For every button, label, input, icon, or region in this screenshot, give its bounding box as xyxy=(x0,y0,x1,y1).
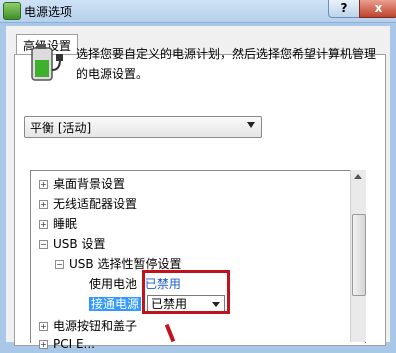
tree-item-label: USB 选择性暂停设置 xyxy=(69,257,182,271)
scroll-thumb[interactable] xyxy=(352,214,366,296)
tree-item-desktop-bg[interactable]: + 桌面背景设置 xyxy=(39,175,125,193)
tree-item-usb[interactable]: − USB 设置 xyxy=(39,235,105,253)
help-button[interactable]: ? xyxy=(328,0,360,18)
setting-label-plugged-in: 接通电源 xyxy=(89,297,142,311)
chevron-down-icon xyxy=(247,122,255,128)
expand-icon[interactable]: + xyxy=(39,220,48,229)
tree-item-label: 无线适配器设置 xyxy=(53,197,138,211)
battery-plug-icon xyxy=(3,2,21,20)
setting-label-on-battery: 使用电池 xyxy=(89,277,138,291)
expand-icon[interactable]: + xyxy=(39,180,48,189)
battery-plug-icon xyxy=(31,44,63,81)
collapse-icon[interactable]: − xyxy=(55,260,64,269)
tree-item-wireless[interactable]: + 无线适配器设置 xyxy=(39,195,137,213)
tree-item-power-buttons[interactable]: + 电源按钮和盖子 xyxy=(39,317,137,335)
tree-scrollbar[interactable] xyxy=(350,170,366,342)
expand-icon[interactable]: + xyxy=(39,340,48,349)
expand-icon[interactable]: + xyxy=(39,200,48,209)
power-plan-select[interactable]: 平衡 [活动] xyxy=(24,116,262,138)
tree-item-label: 桌面背景设置 xyxy=(53,177,126,191)
tree-item-label: USB 设置 xyxy=(53,237,106,251)
tree-item-label: 电源按钮和盖子 xyxy=(53,319,138,333)
tree-item-label: PCI E... xyxy=(53,337,95,351)
annotation-highlight-box xyxy=(142,270,230,314)
title-bar: 电源选项 ? x xyxy=(0,0,396,23)
close-button[interactable]: x xyxy=(359,0,396,18)
tree-item-sleep[interactable]: + 睡眠 xyxy=(39,215,77,233)
window-title: 电源选项 xyxy=(24,5,73,19)
collapse-icon[interactable]: − xyxy=(39,240,48,249)
settings-tree[interactable]: + 桌面背景设置 + 无线适配器设置 + 睡眠 − USB 设置 − USB 选… xyxy=(30,170,366,351)
expand-icon[interactable]: + xyxy=(39,322,48,331)
setting-plugged-in[interactable]: 接通电源 xyxy=(89,295,142,313)
tree-item-pci-partial[interactable]: + PCI E... xyxy=(39,335,95,353)
scroll-up-icon[interactable] xyxy=(354,174,362,179)
tree-item-label: 睡眠 xyxy=(53,217,78,231)
dialog-description: 选择您要自定义的电源计划，然后选择您希望计算机管理的电源设置。 xyxy=(76,47,377,81)
power-plan-value: 平衡 [活动] xyxy=(30,121,92,135)
